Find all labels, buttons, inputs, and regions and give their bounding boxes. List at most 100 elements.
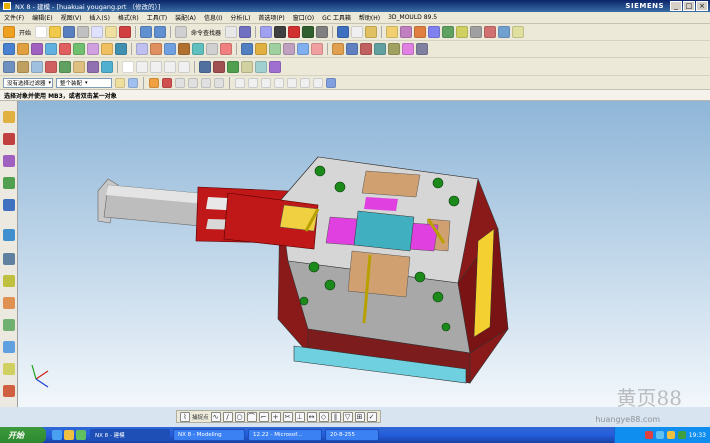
render-style-icon[interactable] — [274, 26, 287, 38]
start-menu-button[interactable]: 开始 — [19, 28, 31, 37]
filter-reset-icon[interactable] — [115, 77, 125, 88]
command-finder-button[interactable]: 命令查找器 — [191, 28, 221, 37]
edge-shading-icon[interactable] — [288, 26, 301, 38]
spline-icon[interactable] — [164, 60, 176, 73]
menu-view[interactable]: 视图(V) — [57, 13, 86, 22]
visibility-icon[interactable] — [316, 26, 329, 38]
menu-tools[interactable]: 工具(T) — [143, 13, 171, 22]
rotate-icon[interactable] — [213, 60, 225, 73]
constraint-navigator-tab-icon[interactable] — [3, 133, 15, 145]
view-cube-icon[interactable] — [326, 77, 336, 88]
offset-face-icon[interactable] — [192, 43, 204, 55]
sketch-icon[interactable] — [386, 26, 399, 38]
intersection-point-icon[interactable] — [201, 77, 211, 88]
wave-link-icon[interactable] — [73, 60, 85, 73]
delete-face-icon[interactable] — [269, 43, 281, 55]
translate-icon[interactable] — [199, 60, 211, 73]
taskbar-task-nx-build[interactable]: NX 8 - 建模 — [90, 429, 170, 441]
transform-icon[interactable] — [227, 60, 239, 73]
arc-icon[interactable] — [150, 60, 162, 73]
cooling-icon[interactable] — [416, 43, 428, 55]
menu-format[interactable]: 格式(R) — [114, 13, 143, 22]
block-icon[interactable] — [3, 43, 15, 55]
add-component-icon[interactable] — [17, 60, 29, 73]
blend-icon[interactable] — [456, 26, 469, 38]
circle-center-icon[interactable] — [274, 77, 284, 88]
plus-icon[interactable] — [300, 77, 310, 88]
start-button[interactable]: 开始 — [0, 427, 46, 443]
graphics-window[interactable] — [18, 101, 710, 407]
hole-icon[interactable] — [442, 26, 455, 38]
pull-face-icon[interactable] — [297, 43, 309, 55]
project-icon[interactable]: ▽ — [342, 411, 353, 422]
mirror-icon[interactable]: ◇ — [318, 411, 329, 422]
explode-icon[interactable] — [59, 60, 71, 73]
dimension-icon[interactable]: ↔ — [306, 411, 317, 422]
mold-base-icon[interactable] — [360, 43, 372, 55]
menu-gc-toolkit[interactable]: GC 工具箱 — [318, 13, 355, 22]
unite-icon[interactable] — [484, 26, 497, 38]
mate-component-icon[interactable] — [31, 60, 43, 73]
parting-icon[interactable] — [346, 43, 358, 55]
roles-tab-icon[interactable] — [3, 341, 15, 353]
reference-set-icon[interactable] — [87, 60, 99, 73]
manufacturing-wizard-tab-icon[interactable] — [3, 319, 15, 331]
shell-icon[interactable] — [136, 43, 148, 55]
constraint-icon[interactable]: ⊥ — [294, 411, 305, 422]
finish-sketch-icon[interactable]: ✓ — [366, 411, 377, 422]
ie-icon[interactable] — [52, 430, 62, 440]
standard-part-icon[interactable] — [374, 43, 386, 55]
move-face-icon[interactable] — [241, 43, 253, 55]
arc-icon[interactable]: ⌒ — [246, 411, 257, 422]
process-studio-tab-icon[interactable] — [3, 297, 15, 309]
ejector-pin-icon[interactable] — [388, 43, 400, 55]
menu-information[interactable]: 信息(I) — [200, 13, 226, 22]
menu-analysis[interactable]: 分析(L) — [226, 13, 254, 22]
measure-distance-icon[interactable] — [337, 26, 350, 38]
layer-icon[interactable] — [302, 26, 315, 38]
menu-insert[interactable]: 插入(S) — [85, 13, 114, 22]
system-materials-tab-icon[interactable] — [3, 275, 15, 287]
synchronous-icon[interactable] — [311, 43, 323, 55]
cut-icon[interactable] — [77, 26, 90, 38]
subtract-icon[interactable] — [498, 26, 511, 38]
menu-preferences[interactable]: 首选项(P) — [254, 13, 288, 22]
copy-icon[interactable] — [91, 26, 104, 38]
analysis-icon[interactable] — [241, 60, 253, 73]
hide-icon[interactable] — [239, 26, 252, 38]
taskbar-task-microsoft[interactable]: 12.22 - Microsof... — [248, 429, 322, 441]
boss-icon[interactable] — [73, 43, 85, 55]
replace-face-icon[interactable] — [255, 43, 267, 55]
split-body-icon[interactable] — [220, 43, 232, 55]
fit-view-icon[interactable] — [260, 26, 273, 38]
new-file-icon[interactable] — [35, 26, 48, 38]
taskbar-task-folder[interactable]: 20-8-255 — [325, 429, 379, 441]
menu-assemblies[interactable]: 装配(A) — [171, 13, 200, 22]
paste-icon[interactable] — [105, 26, 118, 38]
line-icon[interactable]: / — [222, 411, 233, 422]
spline-icon[interactable]: ∿ — [210, 411, 221, 422]
diagonal-icon[interactable] — [248, 77, 258, 88]
extrude-icon[interactable] — [414, 26, 427, 38]
web-browser-tab-icon[interactable] — [3, 229, 15, 241]
curve-icon[interactable] — [261, 77, 271, 88]
point-icon[interactable] — [122, 60, 134, 73]
undo-icon[interactable] — [140, 26, 153, 38]
point-icon[interactable]: + — [270, 411, 281, 422]
scale-body-icon[interactable] — [206, 43, 218, 55]
revolve-icon[interactable] — [428, 26, 441, 38]
profile-icon[interactable]: ⌇ — [180, 411, 190, 422]
section-view-icon[interactable] — [255, 60, 267, 73]
circle-icon[interactable]: ○ — [234, 411, 245, 422]
explorer-icon[interactable] — [64, 430, 74, 440]
taskbar-task-nx-modeling[interactable]: NX 8 - Modeling — [173, 429, 245, 441]
hd3d-tools-tab-icon[interactable] — [3, 199, 15, 211]
open-folder-icon[interactable] — [49, 26, 62, 38]
redo-icon[interactable] — [154, 26, 167, 38]
type-filter-dropdown[interactable]: 没有选择过滤器 ▾ — [3, 77, 53, 88]
line-icon[interactable] — [136, 60, 148, 73]
control-point-icon[interactable] — [188, 77, 198, 88]
slider-lifter-icon[interactable] — [402, 43, 414, 55]
slash-icon[interactable] — [313, 77, 323, 88]
system-scenes-tab-icon[interactable] — [3, 363, 15, 375]
